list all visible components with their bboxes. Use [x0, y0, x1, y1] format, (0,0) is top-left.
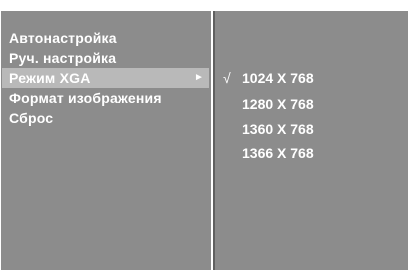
- menu-item-reset[interactable]: Сброс: [2, 108, 209, 128]
- osd-menu: Автонастройка Руч. настройка Режим XGA ►…: [0, 0, 411, 278]
- menu-item-label: Руч. настройка: [9, 50, 117, 66]
- xga-option-1360x768[interactable]: 1360 X 768: [215, 119, 408, 139]
- menu-item-label: Сброс: [9, 110, 54, 126]
- menu-item-label: Формат изображения: [9, 90, 162, 106]
- menu-item-label: Автонастройка: [9, 30, 117, 46]
- option-label: 1366 X 768: [242, 145, 314, 161]
- submenu-arrow-icon: ►: [194, 72, 204, 83]
- submenu-panel: [215, 11, 408, 270]
- menu-item-xga-mode[interactable]: Режим XGA ►: [2, 68, 209, 88]
- option-label: 1024 X 768: [242, 70, 314, 86]
- check-icon: √: [223, 70, 231, 86]
- menu-item-manual-setup[interactable]: Руч. настройка: [2, 48, 209, 68]
- option-label: 1360 X 768: [242, 121, 314, 137]
- menu-item-label: Режим XGA: [9, 70, 91, 86]
- menu-item-aspect-ratio[interactable]: Формат изображения: [2, 88, 209, 108]
- menu-item-auto-setup[interactable]: Автонастройка: [2, 28, 209, 48]
- option-label: 1280 X 768: [242, 96, 314, 112]
- xga-option-1366x768[interactable]: 1366 X 768: [215, 143, 408, 163]
- xga-option-1280x768[interactable]: 1280 X 768: [215, 94, 408, 114]
- xga-option-1024x768[interactable]: √ 1024 X 768: [215, 68, 408, 88]
